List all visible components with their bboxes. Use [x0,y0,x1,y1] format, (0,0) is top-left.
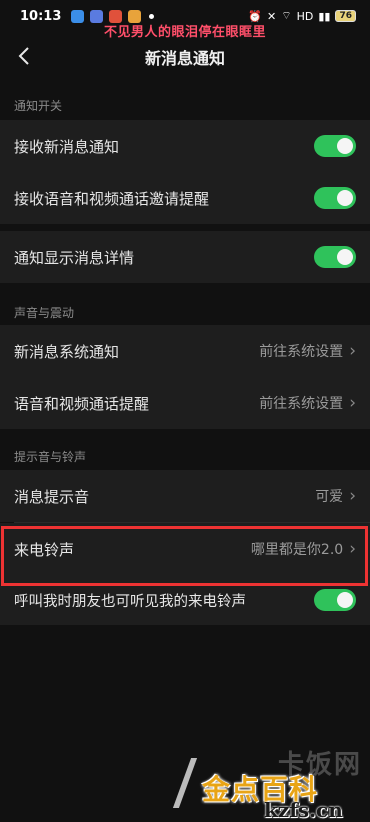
nav-bar: 新消息通知 [0,36,370,76]
chevron-right-icon: › [349,539,356,559]
chevron-right-icon: › [349,486,356,506]
row-label: 接收语音和视频通话邀请提醒 [14,189,210,208]
row-msg-tone[interactable]: 消息提示音 可爱 › [0,470,370,522]
row-friends-hear[interactable]: 呼叫我时朋友也可听见我的来电铃声 [0,575,370,625]
section-header-notify: 通知开关 [14,99,63,113]
toggle-knob [337,249,353,265]
toggle-knob [337,592,353,608]
watermark-url: kzfs.cn [264,798,343,822]
friends-hear-toggle[interactable] [314,589,356,611]
row-label: 消息提示音 [14,487,90,506]
row-label: 通知显示消息详情 [14,248,135,267]
row-show-details[interactable]: 通知显示消息详情 [0,231,370,283]
row-new-msg-system[interactable]: 新消息系统通知 前往系统设置 › [0,325,370,377]
row-label: 新消息系统通知 [14,342,120,361]
section-header-sound: 声音与震动 [14,306,75,320]
row-label: 来电铃声 [14,540,75,559]
row-receive-call-invite[interactable]: 接收语音和视频通话邀请提醒 [0,172,370,224]
row-label: 接收新消息通知 [14,137,120,156]
toggle-knob [337,190,353,206]
row-value: 哪里都是你2.0 [250,542,344,558]
row-value: 前往系统设置 [259,396,344,412]
toggle-knob [337,138,353,154]
more-notifications-dot-icon [149,13,155,19]
row-label: 呼叫我时朋友也可听见我的来电铃声 [14,593,246,610]
row-value: 可爱 [315,489,344,505]
watermark: 卡饭网 金点百科 kzfs.cn [172,738,370,822]
row-value: 前往系统设置 [259,344,344,360]
row-ringtone[interactable]: 来电铃声 哪里都是你2.0 › [0,523,370,575]
section-header-ringtone: 提示音与铃声 [14,450,87,464]
chevron-right-icon: › [349,341,356,361]
receive-call-invite-toggle[interactable] [314,187,356,209]
row-label: 语音和视频通话提醒 [14,394,150,413]
receive-new-msg-toggle[interactable] [314,135,356,157]
row-receive-new-msg[interactable]: 接收新消息通知 [0,120,370,172]
show-details-toggle[interactable] [314,246,356,268]
chevron-right-icon: › [349,393,356,413]
page-title: 新消息通知 [144,49,225,68]
row-call-reminder[interactable]: 语音和视频通话提醒 前往系统设置 › [0,377,370,429]
